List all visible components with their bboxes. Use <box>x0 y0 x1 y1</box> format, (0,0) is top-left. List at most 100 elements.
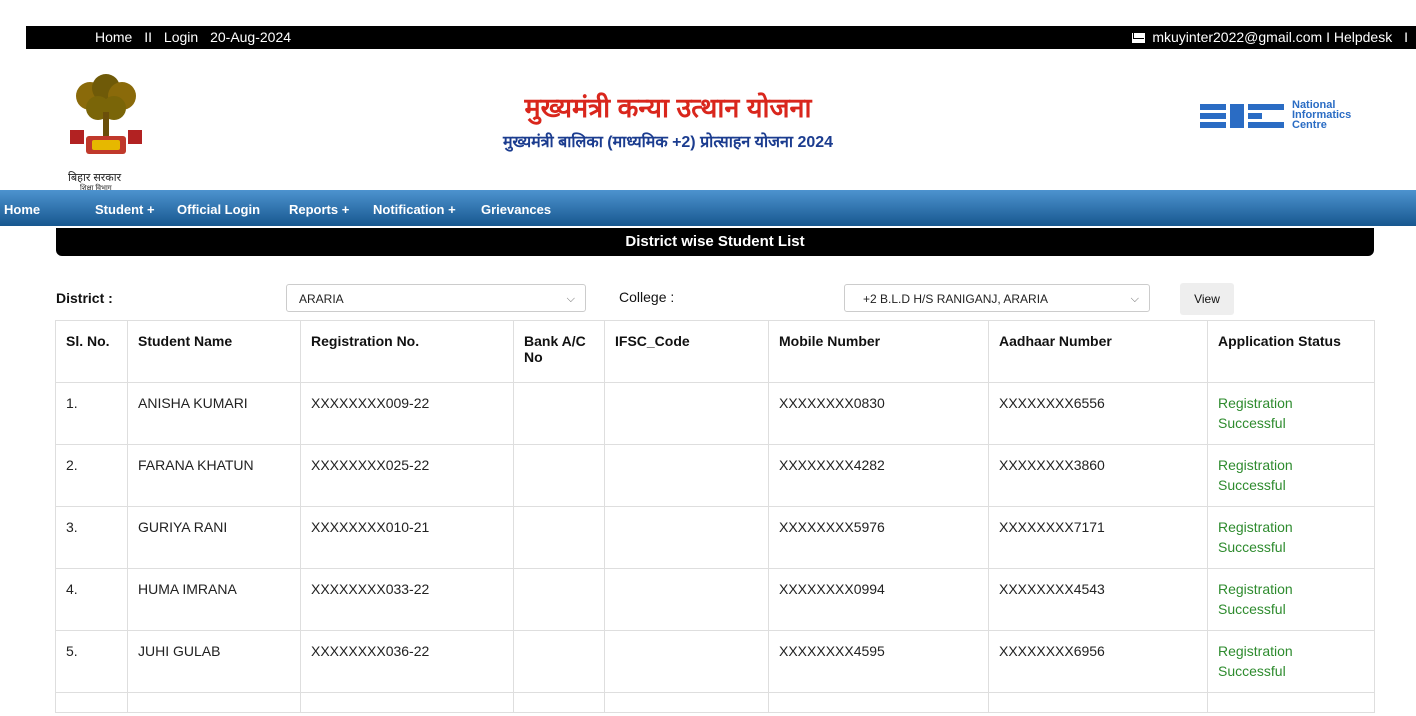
cell-reg: XXXXXXXX033-22 <box>300 568 514 631</box>
cell-aadhaar: XXXXXXXX6956 <box>988 630 1208 693</box>
col-header: IFSC_Code <box>604 320 769 383</box>
status-line-2: Successful <box>1218 663 1286 679</box>
cell-mobile: XXXXXXXX0830 <box>768 382 989 445</box>
cell-bank <box>513 382 605 445</box>
cell-mobile: XXXXXXXX4282 <box>768 444 989 507</box>
nic-logo: National Informatics Centre <box>1200 100 1370 140</box>
cell-name: GURIYA RANI <box>127 506 301 569</box>
cell-status: Registration Successful <box>1207 568 1375 631</box>
cell-bank <box>513 506 605 569</box>
cell-mobile: XXXXXXXX0994 <box>768 568 989 631</box>
cell-status: Registration Successful <box>1207 506 1375 569</box>
nic-name: National Informatics Centre <box>1292 100 1351 131</box>
status-line-1: Registration <box>1218 519 1293 535</box>
nav-home[interactable]: Home <box>4 202 40 217</box>
top-date: 20-Aug-2024 <box>210 29 292 45</box>
student-table: Sl. No. Student Name Registration No. Ba… <box>55 320 1375 713</box>
site-header: बिहार सरकार शिक्षा विभाग मुख्यमंत्री कन्… <box>0 50 1416 192</box>
col-header: Sl. No. <box>55 320 128 383</box>
cell-aadhaar: XXXXXXXX4543 <box>988 568 1208 631</box>
main-nav: Home Student + Official Login Reports + … <box>0 190 1416 226</box>
nav-grievances[interactable]: Grievances <box>481 202 551 217</box>
cell-mobile: XXXXXXXX5976 <box>768 506 989 569</box>
cell-ifsc <box>604 444 769 507</box>
cell-aadhaar: XXXXXXXX7171 <box>988 506 1208 569</box>
col-header: Application Status <box>1207 320 1375 383</box>
status-line-2: Successful <box>1218 601 1286 617</box>
top-login-link[interactable]: Login <box>164 29 198 45</box>
top-separator: II <box>144 29 153 45</box>
college-value: +2 B.L.D H/S RANIGANJ, ARARIA <box>863 292 1049 306</box>
nic-line-3: Centre <box>1292 119 1327 131</box>
cell-bank <box>513 444 605 507</box>
contact-email[interactable]: mkuyinter2022@gmail.com <box>1152 29 1322 45</box>
cell-reg: XXXXXXXX010-21 <box>300 506 514 569</box>
table-row-partial <box>55 692 1375 713</box>
status-line-1: Registration <box>1218 643 1293 659</box>
table-header-row: Sl. No. Student Name Registration No. Ba… <box>55 320 1375 383</box>
nav-student[interactable]: Student + <box>95 202 155 217</box>
top-home-link[interactable]: Home <box>95 29 132 45</box>
col-header: Bank A/C No <box>513 320 605 383</box>
cell-sl: 4. <box>55 568 128 631</box>
table-row: 2. FARANA KHATUN XXXXXXXX025-22 XXXXXXXX… <box>55 444 1375 507</box>
chevron-down-icon: ⌵ <box>566 293 575 305</box>
col-header: Mobile Number <box>768 320 989 383</box>
top-bar-contact: mkuyinter2022@gmail.com I Helpdesk I <box>1132 29 1408 45</box>
cell-name: JUHI GULAB <box>127 630 301 693</box>
cell-aadhaar: XXXXXXXX3860 <box>988 444 1208 507</box>
cell-reg: XXXXXXXX009-22 <box>300 382 514 445</box>
cell-name: FARANA KHATUN <box>127 444 301 507</box>
cell-sl: 2. <box>55 444 128 507</box>
scheme-title: मुख्यमंत्री कन्या उत्थान योजना <box>524 93 812 123</box>
cell-reg: XXXXXXXX025-22 <box>300 444 514 507</box>
top-bar: Home II Login 20-Aug-2024 mkuyinter2022@… <box>26 26 1416 49</box>
col-header: Aadhaar Number <box>988 320 1208 383</box>
college-label: College : <box>619 289 675 305</box>
district-label: District : <box>56 290 113 306</box>
top-bar-links: Home II Login 20-Aug-2024 <box>95 29 299 45</box>
cell-name: HUMA IMRANA <box>127 568 301 631</box>
cell-bank <box>513 630 605 693</box>
table-row: 1. ANISHA KUMARI XXXXXXXX009-22 XXXXXXXX… <box>55 382 1375 445</box>
status-line-1: Registration <box>1218 395 1293 411</box>
nav-notification[interactable]: Notification + <box>373 202 456 217</box>
cell-sl: 3. <box>55 506 128 569</box>
cell-mobile: XXXXXXXX4595 <box>768 630 989 693</box>
cell-ifsc <box>604 506 769 569</box>
table-row: 5. JUHI GULAB XXXXXXXX036-22 XXXXXXXX459… <box>55 630 1375 693</box>
cell-ifsc <box>604 382 769 445</box>
col-header: Registration No. <box>300 320 514 383</box>
table-row: 4. HUMA IMRANA XXXXXXXX033-22 XXXXXXXX09… <box>55 568 1375 631</box>
status-line-2: Successful <box>1218 539 1286 555</box>
col-header: Student Name <box>127 320 301 383</box>
cell-bank <box>513 568 605 631</box>
cell-reg: XXXXXXXX036-22 <box>300 630 514 693</box>
nav-reports[interactable]: Reports + <box>289 202 349 217</box>
cell-name: ANISHA KUMARI <box>127 382 301 445</box>
status-line-2: Successful <box>1218 415 1286 431</box>
helpdesk-link[interactable]: I Helpdesk <box>1326 29 1392 45</box>
district-value: ARARIA <box>299 292 344 306</box>
chevron-down-icon: ⌵ <box>1130 293 1139 305</box>
cell-ifsc <box>604 568 769 631</box>
cell-status: Registration Successful <box>1207 630 1375 693</box>
top-end-separator: I <box>1404 29 1408 45</box>
cell-status: Registration Successful <box>1207 444 1375 507</box>
cell-status: Registration Successful <box>1207 382 1375 445</box>
status-line-1: Registration <box>1218 457 1293 473</box>
scheme-subtitle: मुख्यमंत्री बालिका (माध्यमिक +2) प्रोत्स… <box>502 134 834 151</box>
panel-title: District wise Student List <box>56 228 1374 256</box>
emblem-caption: बिहार सरकार <box>68 172 122 184</box>
college-select[interactable]: +2 B.L.D H/S RANIGANJ, ARARIA ⌵ <box>844 284 1150 312</box>
status-line-1: Registration <box>1218 581 1293 597</box>
nav-official-login[interactable]: Official Login <box>177 202 260 217</box>
table-row: 3. GURIYA RANI XXXXXXXX010-21 XXXXXXXX59… <box>55 506 1375 569</box>
cell-aadhaar: XXXXXXXX6556 <box>988 382 1208 445</box>
status-line-2: Successful <box>1218 477 1286 493</box>
cell-sl: 1. <box>55 382 128 445</box>
district-select[interactable]: ARARIA ⌵ <box>286 284 586 312</box>
view-button[interactable]: View <box>1180 283 1234 315</box>
mail-icon <box>1132 33 1146 43</box>
cell-sl: 5. <box>55 630 128 693</box>
